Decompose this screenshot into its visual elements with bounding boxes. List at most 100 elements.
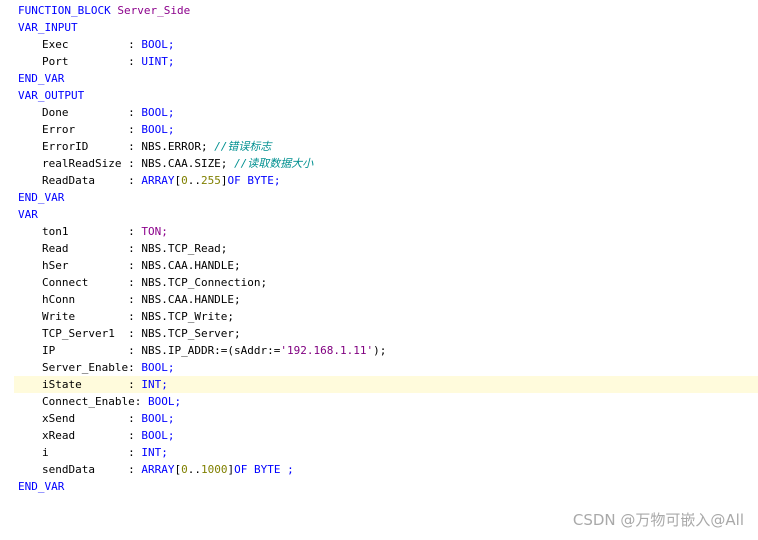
- code-token: Server_Enable:: [42, 361, 142, 374]
- code-line[interactable]: END_VAR: [14, 70, 758, 87]
- code-token: INT;: [141, 446, 168, 459]
- code-token: hSer : NBS.CAA.HANDLE;: [42, 259, 241, 272]
- code-token: END_VAR: [18, 191, 65, 204]
- code-line[interactable]: END_VAR: [14, 189, 758, 206]
- code-token: ErrorID : NBS.ERROR;: [42, 140, 215, 153]
- code-token: BOOL;: [147, 395, 182, 408]
- code-token: 0: [181, 174, 188, 187]
- code-line-content: TCP_Server1 : NBS.TCP_Server;: [14, 327, 241, 340]
- code-line-content: Server_Enable: BOOL;: [14, 361, 174, 374]
- code-line[interactable]: Server_Enable: BOOL;: [14, 359, 758, 376]
- code-token: );: [373, 344, 387, 357]
- code-line[interactable]: Write : NBS.TCP_Write;: [14, 308, 758, 325]
- code-line-content: realReadSize : NBS.CAA.SIZE; //读取数据大小: [14, 157, 313, 170]
- code-token: sendData :: [42, 463, 142, 476]
- code-token: FUNCTION_BLOCK: [18, 4, 118, 17]
- code-line[interactable]: i : INT;: [14, 444, 758, 461]
- code-token: BOOL;: [141, 38, 175, 51]
- code-line[interactable]: Exec : BOOL;: [14, 36, 758, 53]
- code-token: iState :: [42, 378, 142, 391]
- code-token: Error :: [42, 123, 142, 136]
- code-token: xRead :: [42, 429, 142, 442]
- code-line-content: Done : BOOL;: [14, 106, 174, 119]
- code-line-content: END_VAR: [14, 191, 64, 204]
- code-token: ..: [187, 463, 201, 476]
- code-token: Server_Side: [117, 4, 191, 17]
- code-line[interactable]: ton1 : TON;: [14, 223, 758, 240]
- code-line-content: i : INT;: [14, 446, 168, 459]
- code-token: BOOL;: [141, 412, 175, 425]
- code-token: END_VAR: [18, 72, 65, 85]
- code-token: ReadData :: [42, 174, 142, 187]
- code-line-content: hSer : NBS.CAA.HANDLE;: [14, 259, 241, 272]
- code-line[interactable]: xSend : BOOL;: [14, 410, 758, 427]
- code-token: VAR_OUTPUT: [18, 89, 85, 102]
- code-token: xSend :: [42, 412, 142, 425]
- code-editor[interactable]: FUNCTION_BLOCK Server_Side VAR_INPUT Exec …: [0, 0, 758, 540]
- code-token: BOOL;: [141, 429, 175, 442]
- code-line[interactable]: END_VAR: [14, 478, 758, 495]
- code-line[interactable]: VAR: [14, 206, 758, 223]
- code-token: INT;: [141, 378, 168, 391]
- code-line-content: Connect : NBS.TCP_Connection;: [14, 276, 267, 289]
- code-line[interactable]: xRead : BOOL;: [14, 427, 758, 444]
- code-token: i :: [42, 446, 142, 459]
- code-line[interactable]: Read : NBS.TCP_Read;: [14, 240, 758, 257]
- code-token: IP : NBS.IP_ADDR:=(sAddr:=: [42, 344, 281, 357]
- code-token: realReadSize : NBS.CAA.SIZE;: [42, 157, 235, 170]
- code-line-content: END_VAR: [14, 480, 64, 493]
- code-token: 1000: [200, 463, 228, 476]
- code-token: TCP_Server1 : NBS.TCP_Server;: [42, 327, 241, 340]
- code-token: ARRAY: [141, 463, 175, 476]
- code-token: Read : NBS.TCP_Read;: [42, 242, 228, 255]
- code-line[interactable]: hSer : NBS.CAA.HANDLE;: [14, 257, 758, 274]
- code-line[interactable]: Connect : NBS.TCP_Connection;: [14, 274, 758, 291]
- code-line-content: sendData : ARRAY[0..1000]OF BYTE ;: [14, 463, 294, 476]
- code-line[interactable]: realReadSize : NBS.CAA.SIZE; //读取数据大小: [14, 155, 758, 172]
- code-line[interactable]: FUNCTION_BLOCK Server_Side: [14, 2, 758, 19]
- code-line-content: hConn : NBS.CAA.HANDLE;: [14, 293, 241, 306]
- code-line-content: ErrorID : NBS.ERROR; //错误标志: [14, 140, 271, 153]
- code-line[interactable]: iState : INT;: [14, 376, 758, 393]
- code-line-content: iState : INT;: [14, 378, 168, 391]
- code-token: ton1 :: [42, 225, 142, 238]
- code-line[interactable]: ReadData : ARRAY[0..255]OF BYTE;: [14, 172, 758, 189]
- code-token: '192.168.1.11': [280, 344, 374, 357]
- code-line-content: Write : NBS.TCP_Write;: [14, 310, 234, 323]
- code-line-content: ton1 : TON;: [14, 225, 168, 238]
- code-line[interactable]: IP : NBS.IP_ADDR:=(sAddr:='192.168.1.11'…: [14, 342, 758, 359]
- code-line[interactable]: TCP_Server1 : NBS.TCP_Server;: [14, 325, 758, 342]
- code-line[interactable]: sendData : ARRAY[0..1000]OF BYTE ;: [14, 461, 758, 478]
- code-token: END_VAR: [18, 480, 65, 493]
- code-token: 255: [200, 174, 221, 187]
- code-token: BOOL;: [141, 123, 175, 136]
- code-token: Done :: [42, 106, 142, 119]
- code-line[interactable]: hConn : NBS.CAA.HANDLE;: [14, 291, 758, 308]
- code-line[interactable]: Done : BOOL;: [14, 104, 758, 121]
- code-line[interactable]: Port : UINT;: [14, 53, 758, 70]
- code-line-content: xRead : BOOL;: [14, 429, 174, 442]
- code-token: Connect_Enable:: [42, 395, 148, 408]
- code-line-content: Error : BOOL;: [14, 123, 174, 136]
- code-line-content: VAR: [14, 208, 38, 221]
- code-line[interactable]: Error : BOOL;: [14, 121, 758, 138]
- code-token: //错误标志: [214, 140, 272, 153]
- code-line-content: xSend : BOOL;: [14, 412, 174, 425]
- code-line[interactable]: VAR_INPUT: [14, 19, 758, 36]
- code-token: BOOL;: [141, 361, 175, 374]
- code-token: OF BYTE ;: [234, 463, 294, 476]
- code-line-content: Read : NBS.TCP_Read;: [14, 242, 227, 255]
- code-token: ARRAY: [141, 174, 175, 187]
- code-token: BOOL;: [141, 106, 175, 119]
- code-line[interactable]: Connect_Enable: BOOL;: [14, 393, 758, 410]
- code-token: UINT;: [141, 55, 175, 68]
- code-line-content: Port : UINT;: [14, 55, 174, 68]
- code-token: OF BYTE;: [227, 174, 281, 187]
- code-line[interactable]: VAR_OUTPUT: [14, 87, 758, 104]
- code-line-content: FUNCTION_BLOCK Server_Side: [14, 4, 190, 17]
- code-line[interactable]: ErrorID : NBS.ERROR; //错误标志: [14, 138, 758, 155]
- code-token: VAR: [18, 208, 38, 221]
- code-token: Write : NBS.TCP_Write;: [42, 310, 235, 323]
- code-line-content: IP : NBS.IP_ADDR:=(sAddr:='192.168.1.11'…: [14, 344, 386, 357]
- code-line-content: VAR_OUTPUT: [14, 89, 84, 102]
